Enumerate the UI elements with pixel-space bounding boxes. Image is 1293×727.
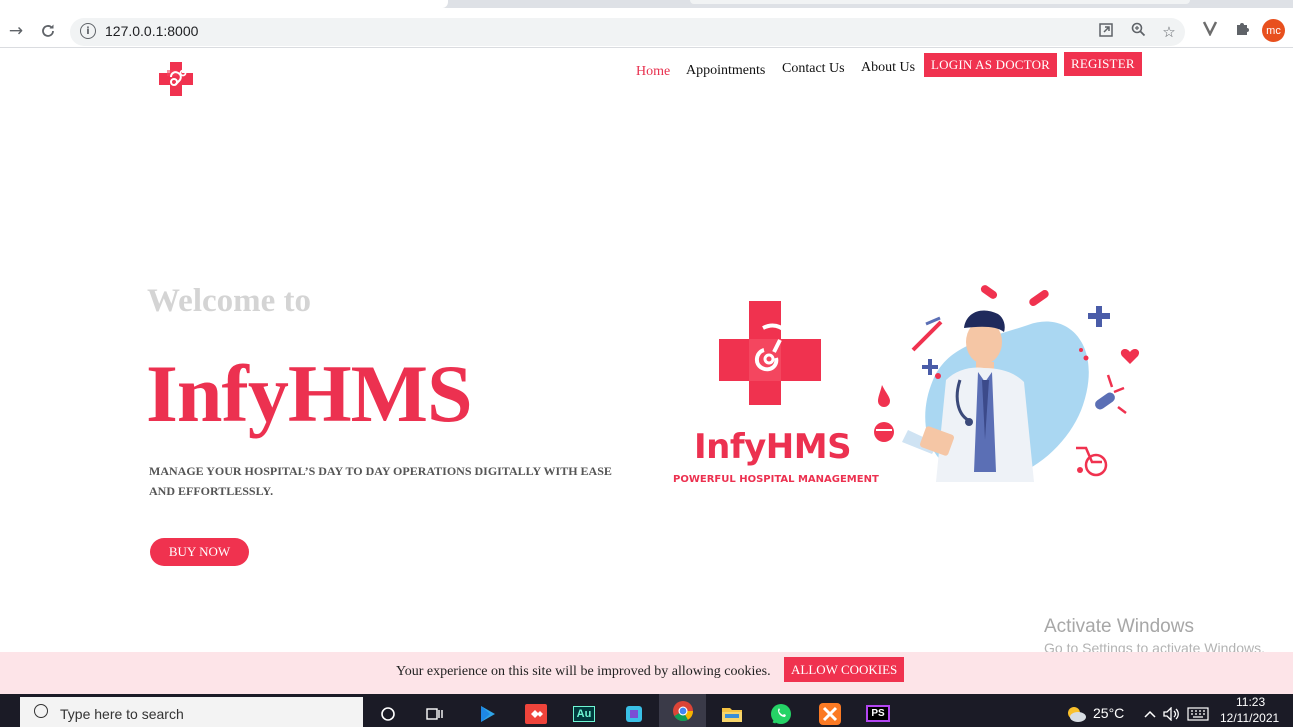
app-icon[interactable] xyxy=(620,700,648,727)
login-as-doctor-button[interactable]: LOGIN AS DOCTOR xyxy=(924,53,1058,77)
illustration-brand-subtitle: POWERFUL HOSPITAL MANAGEMENT xyxy=(673,474,879,485)
inactive-tab[interactable] xyxy=(690,0,1190,4)
weather-icon[interactable] xyxy=(1062,700,1090,727)
windows-taskbar: Type here to search Au PS 25°C 11:23 12/… xyxy=(0,694,1293,727)
reload-icon[interactable] xyxy=(37,20,59,42)
hero-tagline: MANAGE YOUR HOSPITAL’S DAY TO DAY OPERAT… xyxy=(149,464,612,498)
phpstorm-label: PS xyxy=(866,705,890,722)
hero-title: InfyHMS xyxy=(146,348,473,439)
active-tab[interactable] xyxy=(0,0,448,8)
chrome-icon[interactable] xyxy=(659,694,706,727)
taskbar-search-placeholder: Type here to search xyxy=(60,706,184,722)
taskbar-search[interactable]: Type here to search xyxy=(20,697,363,727)
play-store-icon[interactable] xyxy=(474,700,502,727)
site-logo[interactable] xyxy=(157,60,195,98)
audition-label: Au xyxy=(572,705,596,722)
medical-cross-logo-icon xyxy=(719,301,821,405)
audition-icon[interactable]: Au xyxy=(570,700,598,727)
extensions-puzzle-icon[interactable] xyxy=(1232,20,1252,40)
forward-icon[interactable]: → xyxy=(5,20,27,42)
doctor-icon xyxy=(902,310,1089,482)
nav-contact-us[interactable]: Contact Us xyxy=(782,61,845,77)
url-text[interactable]: 127.0.0.1:8000 xyxy=(105,23,198,39)
weather-temperature[interactable]: 25°C xyxy=(1093,705,1124,721)
register-button[interactable]: REGISTER xyxy=(1064,52,1142,76)
buy-now-button[interactable]: BUY NOW xyxy=(150,538,249,566)
file-explorer-icon[interactable] xyxy=(718,700,746,727)
clock-time[interactable]: 11:23 xyxy=(1236,695,1265,709)
open-in-app-icon[interactable] xyxy=(1096,22,1116,42)
site-info-icon[interactable]: i xyxy=(80,23,96,39)
address-bar[interactable]: i 127.0.0.1:8000 ☆ xyxy=(70,18,1185,46)
clock-date[interactable]: 12/11/2021 xyxy=(1220,711,1279,725)
profile-avatar[interactable]: mc xyxy=(1262,19,1285,42)
volume-icon[interactable] xyxy=(1158,700,1186,727)
extension-vpn-icon[interactable] xyxy=(1200,20,1220,40)
search-icon xyxy=(34,704,48,718)
cookie-consent-bar: Your experience on this site will be imp… xyxy=(0,652,1293,694)
phpstorm-icon[interactable]: PS xyxy=(864,700,892,727)
xampp-icon[interactable] xyxy=(816,700,844,727)
start-button[interactable] xyxy=(0,694,20,727)
activate-windows-title: Activate Windows xyxy=(1044,616,1194,637)
tab-strip xyxy=(0,0,1293,8)
allow-cookies-button[interactable]: ALLOW COOKIES xyxy=(784,657,905,682)
bookmark-star-icon[interactable]: ☆ xyxy=(1159,22,1179,42)
keyboard-icon[interactable] xyxy=(1184,700,1212,727)
anydesk-icon[interactable] xyxy=(522,700,550,727)
whatsapp-icon[interactable] xyxy=(767,700,795,727)
browser-toolbar: → i 127.0.0.1:8000 ☆ mc xyxy=(0,8,1293,48)
illustration-brand: InfyHMS xyxy=(694,427,852,467)
nav-appointments[interactable]: Appointments xyxy=(686,63,765,79)
nav-home[interactable]: Home xyxy=(636,64,670,80)
hero-welcome: Welcome to xyxy=(147,283,312,319)
zoom-icon[interactable] xyxy=(1128,22,1148,42)
cookie-message: Your experience on this site will be imp… xyxy=(396,664,771,679)
nav-about-us[interactable]: About Us xyxy=(861,60,915,76)
task-view-icon[interactable] xyxy=(421,700,449,727)
cortana-icon[interactable] xyxy=(374,700,402,727)
